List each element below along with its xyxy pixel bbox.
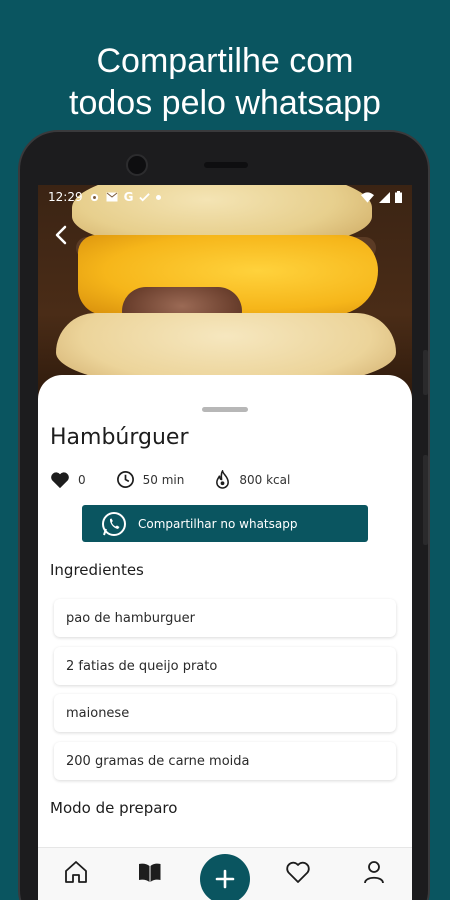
flame-icon <box>216 470 230 489</box>
ingredient-item: pao de hamburguer <box>54 599 396 637</box>
mail-icon <box>106 192 118 202</box>
back-arrow-icon[interactable] <box>50 223 74 247</box>
recipe-image <box>38 185 412 400</box>
app-screen: 12:29 G Hambúrguer 0 50 min 800 kcal Com… <box>38 185 412 900</box>
volume-button <box>423 455 428 545</box>
check-icon <box>139 192 151 202</box>
calories: 800 kcal <box>214 470 290 489</box>
google-icon: G <box>123 190 134 204</box>
calories-value: 800 kcal <box>239 472 291 487</box>
whatsapp-icon <box>102 511 126 536</box>
share-whatsapp-button[interactable]: Compartilhar no whatsapp <box>82 505 368 542</box>
wifi-icon <box>361 191 374 203</box>
likes-counter[interactable]: 0 <box>50 471 86 489</box>
recipe-title: Hambúrguer <box>50 425 189 450</box>
dot-icon <box>156 194 162 200</box>
ingredient-item: 200 gramas de carne moida <box>54 742 396 780</box>
speaker-grille <box>204 162 248 168</box>
profile-icon[interactable] <box>360 858 388 886</box>
prep-time: 50 min <box>116 470 185 489</box>
status-bar: 12:29 G <box>38 185 412 209</box>
promo-title: Compartilhe com todos pelo whatsapp <box>0 40 450 124</box>
recipe-meta: 0 50 min 800 kcal <box>50 470 290 489</box>
bottom-navigation <box>38 847 412 900</box>
add-recipe-button[interactable] <box>200 854 250 900</box>
recipe-detail-sheet: Hambúrguer 0 50 min 800 kcal Compartilha… <box>38 375 412 900</box>
likes-count: 0 <box>78 472 86 487</box>
add-icon <box>215 869 235 889</box>
signal-icon <box>379 191 390 203</box>
ingredient-item: 2 fatias de queijo prato <box>54 647 396 685</box>
gear-icon <box>90 193 98 201</box>
preparation-title: Modo de preparo <box>50 799 178 817</box>
status-time: 12:29 <box>48 190 83 204</box>
heart-icon <box>51 471 69 488</box>
prep-time-value: 50 min <box>142 472 185 487</box>
battery-icon <box>395 191 402 203</box>
drag-handle[interactable] <box>202 407 248 412</box>
heart-icon[interactable] <box>284 858 312 886</box>
book-icon[interactable] <box>136 858 164 886</box>
promo-line-2: todos pelo whatsapp <box>69 84 381 122</box>
promo-line-1: Compartilhe com <box>96 42 354 80</box>
share-whatsapp-label: Compartilhar no whatsapp <box>138 516 298 531</box>
power-button <box>423 350 428 395</box>
ingredients-title: Ingredientes <box>50 561 144 579</box>
clock-icon <box>116 471 134 488</box>
home-icon[interactable] <box>62 858 90 886</box>
camera-icon <box>126 154 148 176</box>
ingredient-item: maionese <box>54 694 396 732</box>
